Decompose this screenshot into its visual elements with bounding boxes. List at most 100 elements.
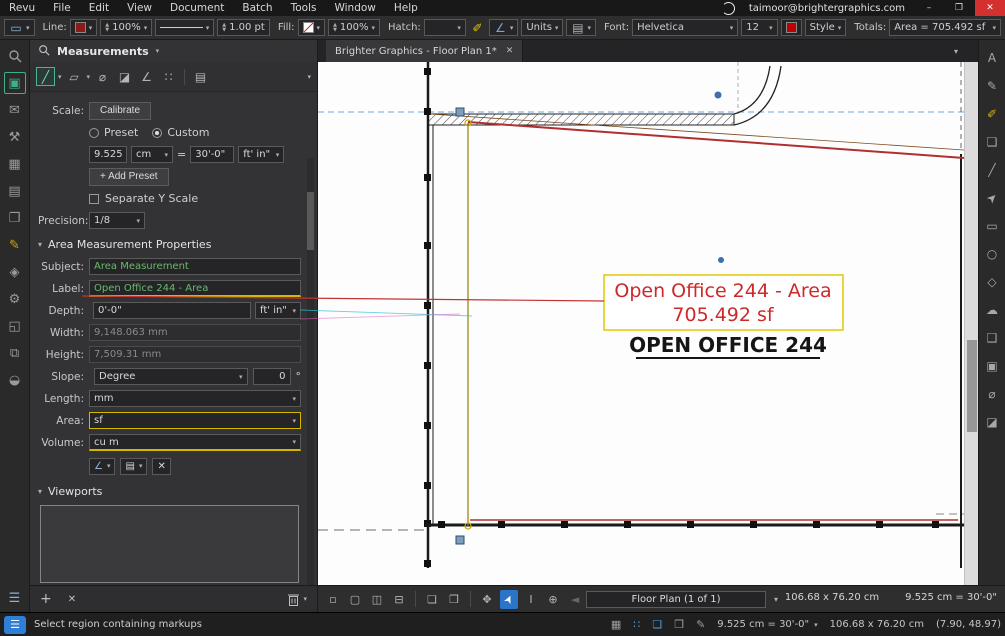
font-dropdown[interactable]: Helvetica▾ bbox=[632, 19, 738, 36]
caliper-tool-icon[interactable]: ▤ bbox=[191, 67, 210, 86]
leader-style-dropdown[interactable]: ∠▾ bbox=[89, 458, 115, 475]
font-color-dropdown[interactable] bbox=[781, 19, 802, 36]
split-vertical-icon[interactable]: ◫ bbox=[368, 590, 386, 609]
stepper-arrows[interactable]: ▲▼ bbox=[105, 23, 109, 33]
delete-viewport-button[interactable]: ✕ bbox=[68, 594, 76, 605]
scrollbar-thumb[interactable] bbox=[967, 340, 977, 432]
polygon-tool-icon[interactable]: ◇ bbox=[982, 272, 1002, 292]
snap-to-markup-icon[interactable]: ❒ bbox=[674, 618, 684, 631]
viewports-section-header[interactable]: ▾ Viewports bbox=[38, 479, 301, 503]
markups-list-toggle-icon[interactable]: ☰ bbox=[0, 585, 30, 612]
count-tool-icon[interactable]: ∷ bbox=[159, 67, 178, 86]
slope-type-select[interactable]: Degree▾ bbox=[94, 368, 248, 385]
select-tool-icon[interactable]: ➤ bbox=[500, 590, 518, 609]
line-opacity-stepper[interactable]: ▲▼100%▾ bbox=[100, 19, 152, 36]
text-tool-icon[interactable]: A bbox=[982, 48, 1002, 68]
thumbnails-panel-icon[interactable]: ▦ bbox=[4, 153, 26, 175]
fill-color-dropdown[interactable]: ▾ bbox=[298, 19, 326, 36]
panel-title-chevron-icon[interactable]: ▾ bbox=[156, 47, 160, 55]
tools-panel-icon[interactable]: ⚒ bbox=[4, 126, 26, 148]
region-icon[interactable]: ▫ bbox=[324, 590, 342, 609]
volume-unit-select[interactable]: cu m▾ bbox=[89, 434, 301, 451]
eraser-tool-icon[interactable]: ◪ bbox=[982, 412, 1002, 432]
snap-to-grid-icon[interactable]: ∷ bbox=[633, 618, 640, 631]
line-width-stepper[interactable]: ▲▼1.00 pt bbox=[217, 19, 270, 36]
caption-dropdown[interactable]: ▤▾ bbox=[566, 19, 596, 36]
sets-panel-icon[interactable]: ⧉ bbox=[4, 342, 26, 364]
scale-y-input[interactable] bbox=[190, 146, 234, 163]
scale-dropdown[interactable]: 9.525 cm = 30'-0" ▾ bbox=[717, 619, 817, 630]
units-dropdown[interactable]: Units▾ bbox=[521, 19, 563, 36]
scale-y-unit-select[interactable]: ft' in"▾ bbox=[238, 146, 284, 163]
angle-tool-icon[interactable]: ∠ bbox=[137, 67, 156, 86]
arrow-tool-icon[interactable]: ➤ bbox=[978, 184, 1005, 212]
measurements-panel-icon[interactable]: ▣ bbox=[4, 72, 26, 94]
fill-opacity-stepper[interactable]: ▲▼100%▾ bbox=[328, 19, 380, 36]
highlighter-tool-icon[interactable]: ✐ bbox=[982, 104, 1002, 124]
slope-input[interactable] bbox=[253, 368, 291, 385]
maximize-button[interactable]: ❐ bbox=[945, 0, 973, 16]
spaces-panel-icon[interactable]: ◱ bbox=[4, 315, 26, 337]
drawing-canvas[interactable]: Open Office 244 - Area 705.492 sf OPEN O… bbox=[318, 62, 978, 585]
trash-button[interactable]: ▾ bbox=[288, 593, 307, 606]
length-tool-icon[interactable]: ╱ bbox=[36, 67, 55, 86]
separate-y-checkbox[interactable]: Separate Y Scale bbox=[89, 192, 198, 205]
control-point[interactable] bbox=[715, 92, 722, 99]
menu-tools[interactable]: Tools bbox=[282, 2, 326, 14]
markups-list-button[interactable]: ☰ bbox=[4, 616, 26, 634]
precision-select[interactable]: 1/8▾ bbox=[89, 212, 145, 229]
menu-help[interactable]: Help bbox=[385, 2, 427, 14]
split-horizontal-icon[interactable]: ⊟ bbox=[390, 590, 408, 609]
pan-tool-icon[interactable]: ✥ bbox=[478, 590, 496, 609]
diameter-tool-icon[interactable]: ⌀ bbox=[93, 67, 112, 86]
markups-panel-icon[interactable]: ✎ bbox=[4, 234, 26, 256]
file-panel-icon[interactable]: ❐ bbox=[4, 207, 26, 229]
zoom-tool-icon[interactable]: ⊕ bbox=[544, 590, 562, 609]
menu-revu[interactable]: Revu bbox=[0, 2, 44, 14]
stepper-arrows[interactable]: ▲▼ bbox=[333, 23, 337, 33]
cloud-tool-icon[interactable]: ☁ bbox=[982, 300, 1002, 320]
account-email[interactable]: taimoor@brightergraphics.com bbox=[749, 3, 905, 14]
single-page-view-icon[interactable]: ▢ bbox=[346, 590, 364, 609]
snapshot-icon[interactable]: ❒ bbox=[445, 590, 463, 609]
grid-icon[interactable]: ▦ bbox=[611, 618, 621, 631]
calibrate-button[interactable]: Calibrate bbox=[89, 102, 151, 120]
totals-dropdown[interactable]: Area = 705.492 sf▾ bbox=[889, 19, 1001, 36]
minimize-button[interactable]: – bbox=[915, 0, 943, 16]
tab-list-chevron-icon[interactable]: ▾ bbox=[954, 47, 958, 56]
control-point[interactable] bbox=[718, 257, 724, 263]
depth-unit-select[interactable]: ft' in"▾ bbox=[255, 302, 301, 319]
support-panel-icon[interactable]: ◒ bbox=[4, 369, 26, 391]
mail-panel-icon[interactable]: ✉ bbox=[4, 99, 26, 121]
tab-close-icon[interactable]: ✕ bbox=[506, 46, 514, 56]
depth-input[interactable] bbox=[93, 302, 251, 319]
document-tab[interactable]: Brighter Graphics - Floor Plan 1* ✕ bbox=[326, 40, 523, 62]
page-navigation-dropdown[interactable]: Floor Plan (1 of 1) bbox=[586, 591, 766, 608]
panel-search-icon[interactable] bbox=[38, 44, 50, 59]
search-icon[interactable] bbox=[4, 45, 26, 67]
line-color-dropdown[interactable]: ▾ bbox=[70, 19, 98, 36]
shape-preset-dropdown[interactable]: ▭▾ bbox=[4, 19, 35, 36]
pen-tool-icon[interactable]: ✎ bbox=[982, 76, 1002, 96]
area-properties-section-header[interactable]: ▾ Area Measurement Properties bbox=[38, 232, 301, 256]
scale-x-unit-select[interactable]: cm▾ bbox=[131, 146, 173, 163]
stepper-arrows[interactable]: ▲▼ bbox=[222, 23, 226, 33]
length-unit-select[interactable]: mm▾ bbox=[89, 390, 301, 407]
vertex-handle[interactable] bbox=[456, 536, 464, 544]
clear-button[interactable]: ✕ bbox=[152, 458, 170, 475]
add-viewport-button[interactable]: + bbox=[40, 591, 52, 607]
area-tool-icon[interactable]: ▱ bbox=[65, 67, 84, 86]
hatch-dropdown[interactable]: ▾ bbox=[424, 19, 466, 36]
chevron-down-icon[interactable]: ▾ bbox=[58, 73, 62, 81]
vertex-handle[interactable] bbox=[456, 108, 464, 116]
menu-file[interactable]: File bbox=[44, 2, 80, 14]
ellipse-tool-icon[interactable]: ○ bbox=[982, 244, 1002, 264]
previous-view-icon[interactable]: ◄ bbox=[566, 590, 584, 609]
area-unit-select[interactable]: sf▾ bbox=[89, 412, 301, 429]
settings-panel-icon[interactable]: ⚙ bbox=[4, 288, 26, 310]
menu-batch[interactable]: Batch bbox=[233, 2, 281, 14]
close-button[interactable]: ✕ bbox=[975, 0, 1005, 16]
label-input[interactable] bbox=[89, 280, 301, 297]
panel-scrollbar-thumb[interactable] bbox=[307, 192, 314, 250]
chevron-down-icon[interactable]: ▾ bbox=[87, 73, 91, 81]
